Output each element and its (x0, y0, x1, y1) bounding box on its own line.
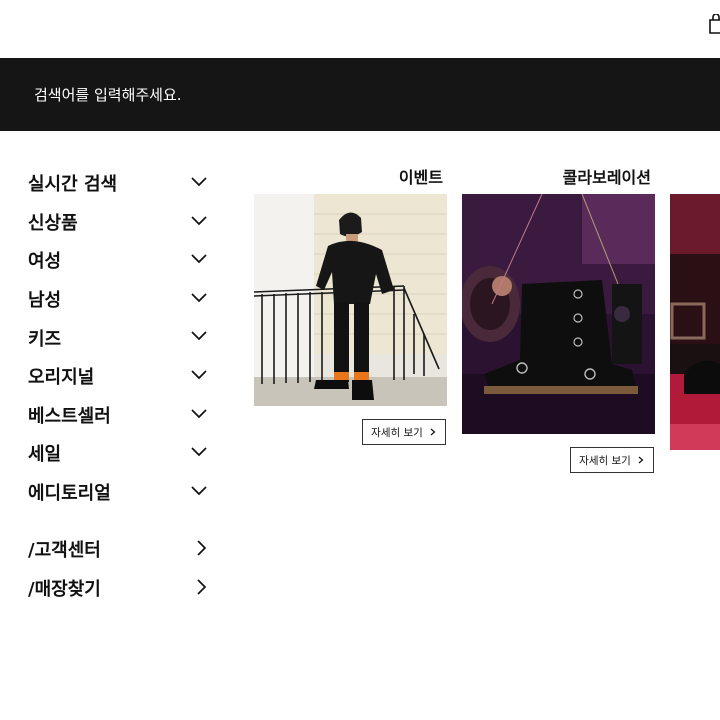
event-photo[interactable] (254, 194, 447, 406)
top-bar (0, 0, 720, 58)
menu-item-new-arrivals[interactable]: 신상품 (28, 203, 218, 242)
secondary-menu: /고객센터 /매장찾기 (28, 530, 218, 607)
chevron-right-icon (197, 540, 207, 556)
chevron-down-icon (191, 331, 207, 341)
menu-item-bestsellers[interactable]: 베스트셀러 (28, 396, 218, 435)
button-label: 자세히 보기 (579, 454, 631, 467)
menu-item-label: 신상품 (28, 212, 78, 234)
chevron-down-icon (191, 293, 207, 302)
menu-item-label: /고객센터 (28, 540, 101, 562)
card-title: 이벤트 (398, 168, 443, 187)
menu-item-store-locator[interactable]: /매장찾기 (28, 569, 218, 608)
search-input[interactable] (34, 80, 634, 110)
menu-item-realtime-search[interactable]: 실시간 검색 (28, 164, 218, 203)
menu-item-sale[interactable]: 세일 (28, 434, 218, 473)
menu-item-label: 베스트셀러 (28, 405, 111, 427)
menu-item-label: 실시간 검색 (28, 174, 118, 196)
chevron-right-icon (638, 456, 644, 464)
menu-item-label: /매장찾기 (28, 578, 101, 600)
menu-item-label: 오리지널 (28, 367, 95, 389)
menu-item-kids[interactable]: 키즈 (28, 318, 218, 357)
chevron-right-icon (197, 578, 207, 595)
menu-item-originals[interactable]: 오리지널 (28, 357, 218, 396)
chevron-down-icon (191, 254, 207, 264)
partial-photo[interactable] (670, 194, 720, 450)
menu-item-customer-center[interactable]: /고객센터 (28, 530, 218, 569)
menu-item-label: 에디토리얼 (28, 483, 111, 505)
menu-item-label: 여성 (28, 251, 62, 273)
menu-item-women[interactable]: 여성 (28, 241, 218, 280)
chevron-down-icon (191, 447, 207, 457)
search-bar (0, 58, 720, 131)
button-label: 자세히 보기 (371, 426, 423, 439)
chevron-down-icon (191, 370, 207, 380)
chevron-right-icon (430, 428, 436, 436)
card-title: 콜라보레이션 (562, 168, 651, 187)
menu-item-label: 남성 (28, 290, 62, 312)
shopping-bag-icon[interactable] (709, 14, 720, 34)
chevron-down-icon (191, 177, 207, 187)
menu-item-label: 세일 (28, 444, 62, 466)
event-detail-button[interactable]: 자세히 보기 (362, 419, 446, 445)
menu-item-editorial[interactable]: 에디토리얼 (28, 473, 218, 512)
chevron-down-icon (191, 486, 207, 495)
collaboration-photo[interactable] (462, 194, 655, 434)
chevron-down-icon (191, 408, 207, 418)
chevron-down-icon (191, 215, 207, 225)
category-menu: 실시간 검색 신상품 여성 남성 키즈 오리지널 베스트셀러 세일 에디토리얼 (28, 164, 218, 511)
menu-item-label: 키즈 (28, 328, 62, 350)
collaboration-detail-button[interactable]: 자세히 보기 (570, 447, 654, 473)
menu-item-men[interactable]: 남성 (28, 280, 218, 319)
